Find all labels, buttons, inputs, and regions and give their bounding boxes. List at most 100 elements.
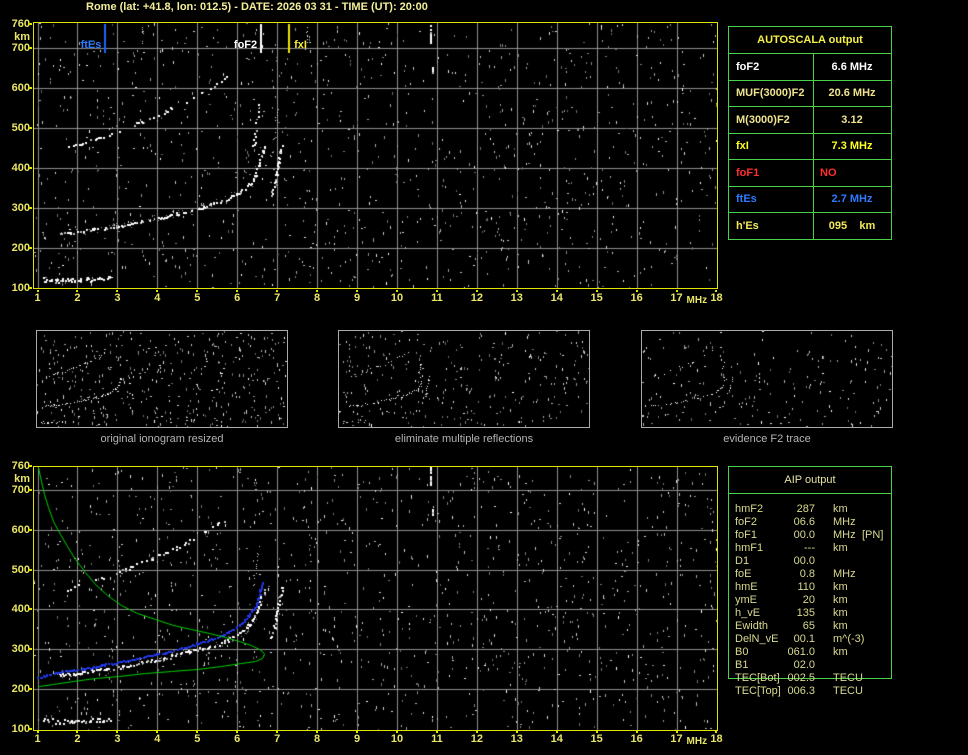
x-axis-tick-label: 4 bbox=[154, 292, 161, 304]
table-cell-value: 00.0 bbox=[793, 555, 815, 567]
y-axis-tick bbox=[28, 47, 32, 49]
table-cell-unit: TECU bbox=[833, 685, 863, 697]
y-axis-tick bbox=[28, 23, 32, 25]
thumbnail-caption: original ionogram resized bbox=[100, 433, 224, 445]
y-axis-tick bbox=[28, 488, 32, 491]
x-axis-tick-label: 14 bbox=[550, 733, 563, 745]
y-axis-tick-label: 500 bbox=[11, 122, 30, 134]
table-cell-value: 06.6 bbox=[793, 516, 815, 528]
x-axis-tick-label: 2 bbox=[74, 733, 81, 745]
thumbnail-evidence-f2 bbox=[641, 330, 893, 428]
table-cell-value: 20 bbox=[802, 594, 815, 606]
x-axis-tick bbox=[635, 731, 638, 733]
thumbnail-eliminate-reflections bbox=[338, 330, 590, 428]
x-axis-tick-label: 17 bbox=[670, 292, 683, 304]
table-cell-value: 002.5 bbox=[787, 672, 815, 684]
x-axis-tick bbox=[555, 290, 558, 292]
x-axis-tick bbox=[435, 290, 438, 292]
x-axis-tick bbox=[515, 290, 518, 292]
x-axis-tick-label: 3 bbox=[114, 733, 121, 745]
x-axis-tick bbox=[595, 731, 598, 733]
table-cell-unit: km bbox=[833, 646, 848, 658]
table-row: ftEs 2.7 MHz bbox=[729, 186, 891, 214]
table-cell-unit: TECU bbox=[833, 672, 863, 684]
table-row: D1 00.0 bbox=[729, 555, 893, 568]
y-axis-tick-label: 100 bbox=[11, 282, 30, 294]
x-axis-tick-label: 4 bbox=[154, 733, 161, 745]
table-row: B0 061.0 km bbox=[729, 646, 893, 659]
thumbnail-original-ionogram bbox=[36, 330, 288, 428]
x-axis-tick-label: 10 bbox=[390, 733, 404, 745]
x-axis-tick bbox=[715, 731, 718, 733]
table-cell-unit: MHz bbox=[833, 568, 856, 580]
table-cell-value: 2.7 MHz bbox=[831, 193, 873, 206]
table-cell-value: 135 bbox=[796, 607, 815, 619]
table-cell-unit: m^(-3) bbox=[833, 633, 865, 645]
table-cell-value: 3.12 bbox=[841, 113, 863, 126]
x-axis-tick bbox=[236, 731, 239, 733]
table-cell-value: 00.1 bbox=[793, 633, 815, 645]
table-cell-label: foF2 bbox=[735, 516, 758, 528]
y-axis-tick-label: 200 bbox=[11, 683, 30, 696]
table-cell-value: 00.0 bbox=[793, 529, 815, 541]
table-cell-label: D1 bbox=[735, 555, 750, 567]
y-axis-unit-label: km bbox=[14, 31, 30, 43]
y-axis-tick bbox=[28, 87, 32, 89]
x-axis-tick-label: 13 bbox=[510, 733, 523, 745]
thumbnail-canvas bbox=[339, 331, 589, 427]
table-cell-value: --- bbox=[804, 542, 815, 554]
table-cell-unit: km bbox=[833, 594, 848, 606]
x-axis-tick bbox=[236, 290, 239, 292]
marker-label-foF2: foF2 bbox=[233, 39, 258, 51]
y-axis-tick bbox=[28, 528, 32, 531]
x-axis-tick-label: 6 bbox=[234, 733, 241, 745]
table-row: DelN_vE 00.1 m^(-3) bbox=[729, 633, 893, 646]
x-axis-tick bbox=[675, 290, 678, 292]
table-cell-label: ymE bbox=[735, 594, 757, 606]
x-axis-tick-label: 1 bbox=[34, 733, 41, 745]
table-cell-unit: km bbox=[833, 620, 848, 632]
x-axis-tick-label: 18 bbox=[710, 733, 723, 745]
x-axis-tick-label: 9 bbox=[353, 292, 361, 304]
aip-output-table: AIP output hmF2 287 km foF2 06.6 MHz foF1 00.0 M… bbox=[728, 466, 893, 697]
x-axis-tick bbox=[356, 290, 359, 292]
table-cell-label: B0 bbox=[735, 646, 749, 658]
x-axis-tick-label: 15 bbox=[590, 733, 603, 745]
table-cell-value: NO bbox=[820, 166, 837, 179]
table-row: h_vE 135 km bbox=[729, 607, 893, 620]
x-axis-tick bbox=[156, 290, 159, 292]
thumbnail-caption: evidence F2 trace bbox=[723, 433, 811, 445]
y-axis-tick-label: 400 bbox=[11, 603, 30, 616]
table-cell-label: B1 bbox=[735, 659, 749, 671]
x-axis-tick bbox=[356, 731, 359, 733]
x-axis-tick bbox=[116, 731, 119, 733]
table-cell-unit: km bbox=[833, 607, 848, 619]
y-axis-tick bbox=[28, 608, 32, 611]
x-axis-tick bbox=[116, 290, 119, 292]
y-axis-tick bbox=[28, 728, 32, 730]
x-axis-tick-label: 16 bbox=[630, 292, 643, 304]
table-row: hmF1 --- km bbox=[729, 542, 893, 555]
marker-label-ftEs: ftEs bbox=[80, 39, 102, 51]
autoscala-output-table: AUTOSCALA output foF2 6.6 MHz MUF(3000)F2 2… bbox=[728, 26, 892, 240]
table-row: foE 0.8 MHz bbox=[729, 568, 893, 581]
table-cell-value: 65 bbox=[802, 620, 815, 632]
y-axis-tick-label: 300 bbox=[11, 643, 30, 656]
x-axis-tick bbox=[555, 731, 558, 733]
table-cell-value: 02.0 bbox=[793, 659, 815, 671]
ionogram-canvas bbox=[34, 23, 717, 288]
y-axis-tick-label: 600 bbox=[11, 82, 30, 94]
x-axis-tick-label: 13 bbox=[510, 292, 523, 304]
x-axis-tick-label: 15 bbox=[590, 292, 603, 304]
x-axis-tick-label: 12 bbox=[470, 733, 483, 745]
x-axis-tick bbox=[196, 731, 199, 733]
table-row: B1 02.0 bbox=[729, 659, 893, 672]
x-axis-tick-label: 11 bbox=[431, 733, 443, 745]
x-axis-tick-label: 12 bbox=[470, 292, 483, 304]
x-axis-tick bbox=[156, 731, 159, 733]
y-axis-tick bbox=[28, 568, 32, 571]
marker-label-fxI: fxI bbox=[294, 39, 307, 51]
x-axis-unit-label: MHz bbox=[686, 736, 708, 747]
table-row: hmF2 287 km bbox=[729, 503, 893, 516]
x-axis-tick bbox=[76, 290, 79, 292]
